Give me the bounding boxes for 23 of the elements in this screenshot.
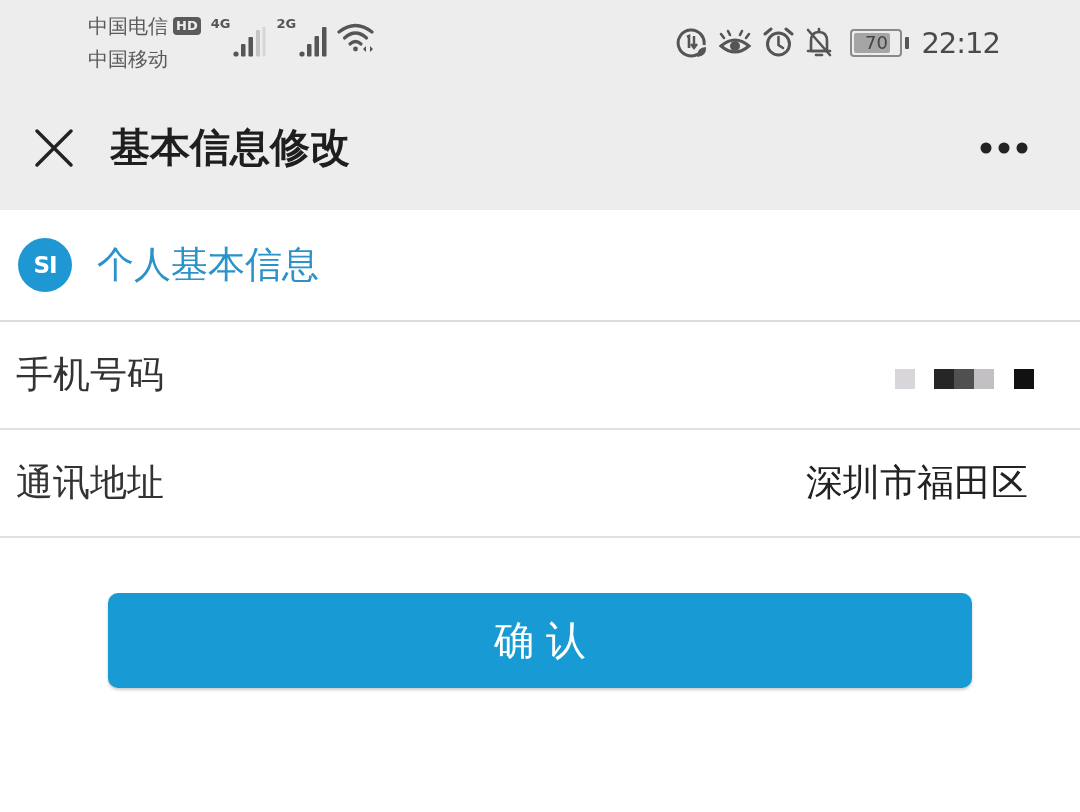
carrier-name: 中国移动 [88, 46, 168, 73]
close-icon[interactable] [35, 128, 73, 167]
circle-arrow-leaf-icon [676, 27, 708, 58]
clock-time: 22:12 [921, 25, 1000, 60]
field-value: 深圳市福田区 [806, 460, 1028, 506]
field-label: 通讯地址 [16, 460, 164, 506]
signal-bars-icon [299, 26, 328, 57]
more-icon[interactable] [980, 141, 1028, 154]
signal-bars-icon [233, 26, 267, 57]
network-type-label: 2G [276, 16, 297, 31]
wifi-icon [337, 21, 375, 52]
logo-badge: SI [18, 238, 72, 292]
section-title: 个人基本信息 [97, 242, 319, 288]
page-title: 基本信息修改 [110, 123, 350, 172]
carrier-name: 中国电信 [88, 13, 168, 40]
pixel-mosaic-icon [895, 369, 1035, 389]
alarm-clock-icon [763, 27, 795, 58]
battery-percent-text: 70 [864, 32, 888, 53]
network-type-label: 4G [210, 16, 231, 31]
field-label: 手机号码 [16, 352, 164, 398]
muted-bell-icon [805, 27, 834, 58]
confirm-button[interactable]: 确 认 [108, 593, 972, 688]
hd-badge: HD [173, 17, 201, 35]
